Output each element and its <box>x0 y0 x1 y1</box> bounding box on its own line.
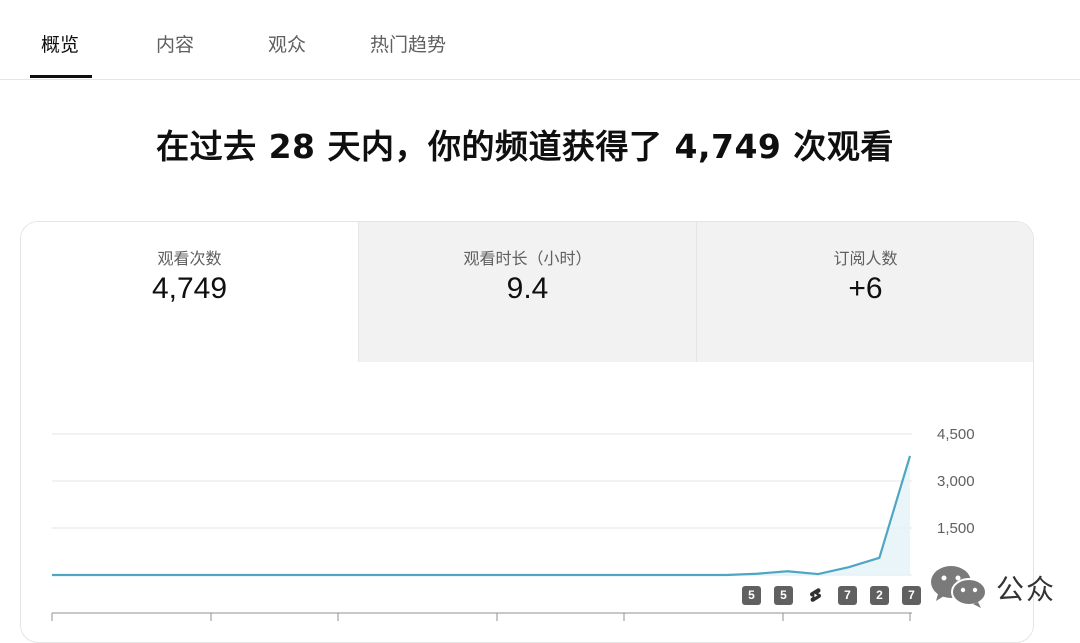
video-marker[interactable]: 7 <box>902 586 921 605</box>
metric-subscribers[interactable]: 订阅人数 +6 <box>696 222 1033 362</box>
wechat-watermark: 公众 <box>928 563 1078 609</box>
shorts-marker-icon[interactable] <box>806 586 825 605</box>
metric-subscribers-value: +6 <box>848 272 883 305</box>
tab-trending[interactable]: 热门趋势 <box>370 30 446 57</box>
analytics-card: 观看次数 4,749 观看时长（小时） 9.4 订阅人数 +6 <box>20 221 1034 643</box>
metric-subscribers-label: 订阅人数 <box>833 249 898 268</box>
video-marker[interactable]: 2 <box>870 586 889 605</box>
metric-watch-time-label: 观看时长（小时） <box>463 249 592 268</box>
metric-views-value: 4,749 <box>151 272 228 305</box>
tab-audience[interactable]: 观众 <box>268 30 306 57</box>
active-tab-indicator <box>30 75 92 78</box>
metric-views[interactable]: 观看次数 4,749 <box>21 222 358 362</box>
tab-content[interactable]: 内容 <box>156 30 194 57</box>
video-marker[interactable]: 5 <box>742 586 761 605</box>
wechat-logo-icon <box>931 566 987 608</box>
tab-bar: 概览 内容 观众 热门趋势 <box>0 0 1080 80</box>
video-marker[interactable]: 5 <box>774 586 793 605</box>
watermark-text: 公众 <box>996 573 1057 606</box>
page-headline: 在过去 28 天内，你的频道获得了 4,749 次观看 <box>156 127 894 166</box>
metric-watch-time-value: 9.4 <box>506 272 549 305</box>
tab-overview[interactable]: 概览 <box>41 30 79 57</box>
metric-views-label: 观看次数 <box>157 249 222 268</box>
metric-watch-time[interactable]: 观看时长（小时） 9.4 <box>358 222 696 362</box>
video-marker[interactable]: 7 <box>838 586 857 605</box>
